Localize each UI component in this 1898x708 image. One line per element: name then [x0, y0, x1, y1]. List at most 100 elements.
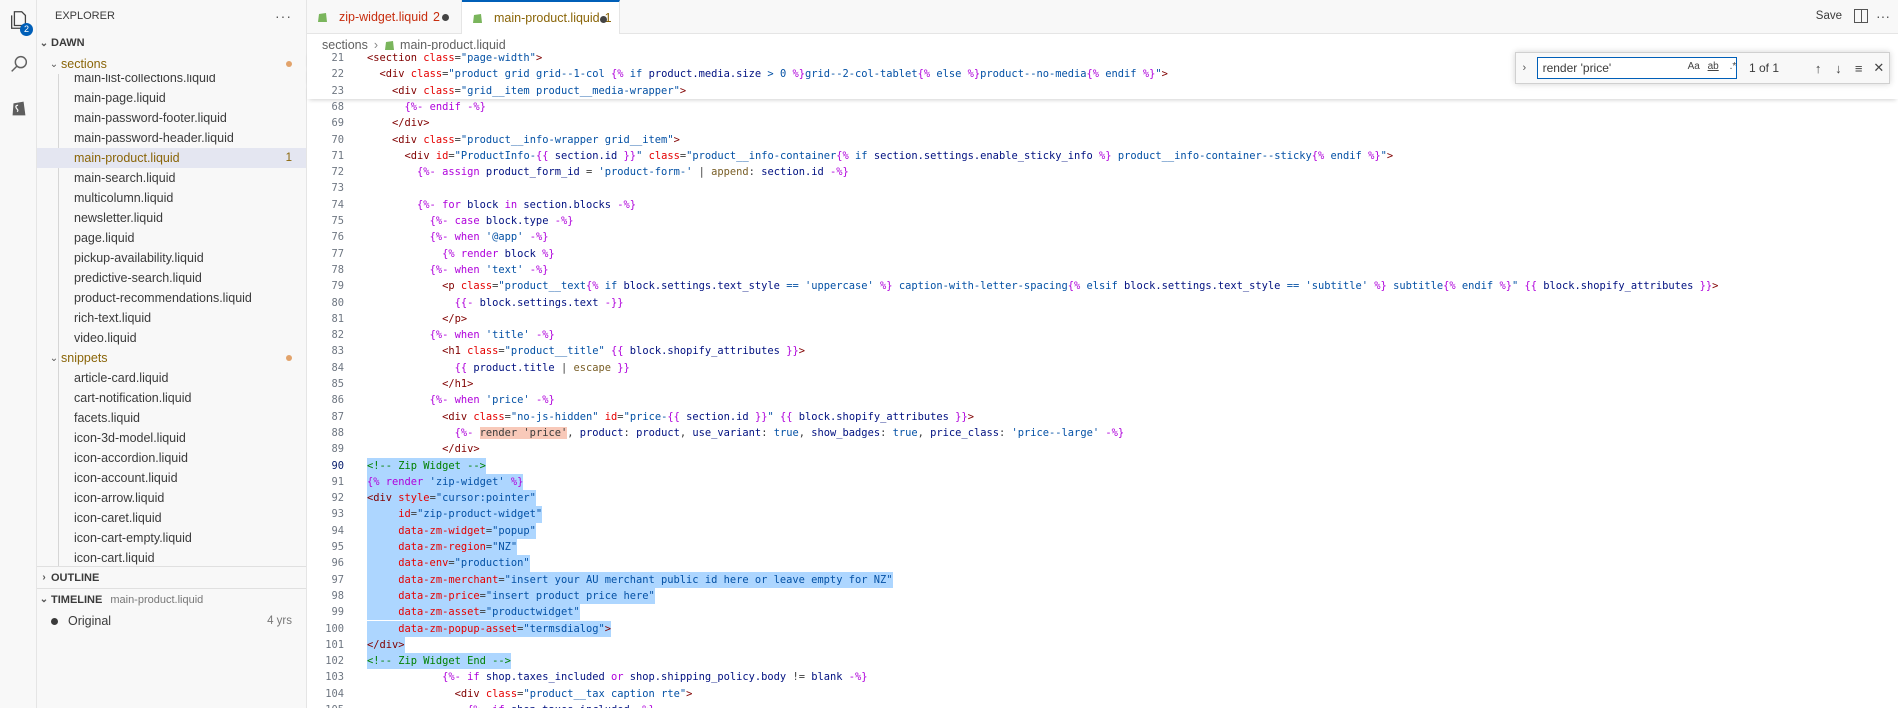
code-token: caption-with-letter-spacing [892, 280, 1068, 293]
code-token: "product grid grid--1-col [448, 68, 612, 81]
find-input[interactable]: render 'price' Aa ab .* [1536, 57, 1737, 79]
tab-zip-widget[interactable]: zip-widget.liquid 2 [307, 0, 462, 34]
code-token: data-zm-asset [398, 606, 480, 619]
file-item[interactable]: cart-notification.liquid [37, 388, 306, 408]
file-item[interactable]: rich-text.liquid [37, 308, 306, 328]
explorer-icon[interactable]: 2 [0, 2, 37, 38]
code-token: endif [423, 100, 468, 113]
code-line: 74 {%- for block in section.blocks -%} [307, 197, 1898, 213]
split-editor-icon[interactable] [1854, 9, 1868, 23]
file-item[interactable]: main-page.liquid [37, 88, 306, 108]
unsaved-dot-icon[interactable] [442, 14, 449, 21]
match-case-button[interactable]: Aa [1688, 61, 1700, 72]
code-token: {%- [429, 231, 449, 244]
code-line: 101 </div> [307, 636, 1898, 654]
file-item[interactable]: video.liquid [37, 328, 306, 348]
timeline-panel-header[interactable]: ⌄ TIMELINE main-product.liquid [37, 588, 306, 610]
line-number: 73 [331, 182, 344, 195]
file-item[interactable]: facets.liquid [37, 408, 306, 428]
file-item[interactable]: main-password-header.liquid [37, 128, 306, 148]
file-item[interactable]: main-search.liquid [37, 168, 306, 188]
file-name: icon-caret.liquid [74, 511, 162, 525]
code-token: {% [917, 68, 931, 81]
file-item[interactable]: icon-caret.liquid [37, 508, 306, 528]
more-actions-icon[interactable]: ··· [1876, 8, 1890, 24]
file-item[interactable]: icon-accordion.liquid [37, 448, 306, 468]
toggle-replace-icon[interactable]: › [1516, 62, 1533, 74]
file-name: icon-3d-model.liquid [74, 431, 186, 445]
file-item[interactable]: main-product.liquid 1 [37, 148, 306, 168]
line-content: {{- block.settings.text -}} [367, 295, 624, 311]
search-icon[interactable] [0, 46, 37, 82]
code-token: data-zm-widget [398, 524, 486, 537]
close-icon[interactable]: ✕ [1869, 60, 1889, 76]
code-token: block.shopify_attributes [792, 410, 956, 423]
line-content: {%- assign product_form_id = 'product-fo… [367, 164, 849, 180]
code-line: 103 {%- if shop.taxes_included or shop.s… [307, 669, 1898, 685]
arrow-down-icon[interactable]: ↓ [1828, 61, 1848, 76]
code-token: > [604, 622, 611, 635]
file-item[interactable]: page.liquid [37, 228, 306, 248]
chevron-down-icon: ⌄ [49, 352, 59, 364]
file-item[interactable]: multicolumn.liquid [37, 188, 306, 208]
regex-button[interactable]: .* [1730, 61, 1737, 72]
code-token: class [417, 52, 455, 64]
code-line: 100 data-zm-popup-asset="termsdialog"> [307, 620, 1898, 637]
match-word-button[interactable]: ab [1708, 61, 1719, 72]
line-content: </div> [367, 636, 405, 654]
folder-sections[interactable]: ⌄ sections [37, 54, 306, 74]
code-token: product [579, 426, 624, 439]
save-button[interactable]: Save [1816, 10, 1842, 22]
file-item[interactable]: main-password-footer.liquid [37, 108, 306, 128]
line-content: {{ product.title | escape }} [367, 360, 630, 376]
code-line: 79 <p class="product__text{% if block.se… [307, 278, 1898, 294]
file-item[interactable]: icon-arrow.liquid [37, 488, 306, 508]
line-content: data-zm-widget="popup" [367, 522, 536, 539]
outline-panel-header[interactable]: › OUTLINE [37, 566, 306, 588]
file-name: main-search.liquid [74, 171, 176, 185]
file-item[interactable]: icon-cart.liquid [37, 548, 306, 566]
file-tree[interactable]: main-list-collections.liquid main-page.li… [37, 74, 306, 566]
code-token: "product__info-wrapper grid__item" [460, 133, 674, 146]
find-in-selection-icon[interactable]: ≡ [1848, 61, 1868, 76]
tab-main-product[interactable]: main-product.liquid 1 [462, 0, 620, 34]
code-token: > 0 [761, 68, 793, 81]
unsaved-dot-icon[interactable] [600, 16, 607, 23]
file-item[interactable]: icon-account.liquid [37, 468, 306, 488]
file-item[interactable]: icon-cart-empty.liquid [37, 528, 306, 548]
file-item[interactable]: newsletter.liquid [37, 208, 306, 228]
shopify-icon[interactable] [0, 90, 37, 126]
code-token: product [636, 426, 680, 439]
code-token: <div [392, 133, 418, 146]
file-item[interactable]: main-list-collections.liquid [37, 74, 306, 88]
file-item[interactable]: icon-3d-model.liquid [37, 428, 306, 448]
code-token: -%} [548, 215, 574, 227]
timeline-entry[interactable]: Original 4 yrs [37, 610, 306, 632]
chevron-down-icon: ⌄ [39, 594, 49, 605]
file-item[interactable]: article-card.liquid [37, 368, 306, 388]
code-token: data-zm-merchant [398, 573, 499, 586]
code-editor[interactable]: 21 <section class="page-width"> 22 <div cl… [307, 50, 1898, 708]
file-item[interactable]: pickup-availability.liquid [37, 248, 306, 268]
code-token: <div [442, 410, 468, 423]
file-item[interactable]: product-recommendations.liquid [37, 288, 306, 308]
code-line: 73 [307, 180, 1898, 196]
line-content: {%- when '@app' -%} [367, 229, 549, 245]
line-number: 93 [331, 508, 344, 521]
find-widget: › render 'price' Aa ab .* 1 of 1 ↑ ↓ ≡ ✕ [1515, 52, 1890, 84]
find-query: render 'price' [1542, 61, 1612, 75]
file-item[interactable]: predictive-search.liquid [37, 268, 306, 288]
code-line: 81 </p> [307, 311, 1898, 327]
code-line: 94 data-zm-widget="popup" [307, 522, 1898, 539]
tab-bar: zip-widget.liquid 2 main-product.liquid … [307, 0, 1898, 34]
arrow-up-icon[interactable]: ↑ [1808, 61, 1828, 76]
folder-snippets[interactable]: ⌄ snippets [37, 348, 306, 368]
workspace-root[interactable]: ⌄ DAWN [37, 32, 306, 54]
more-actions-button[interactable]: ··· [275, 8, 292, 24]
code-token: </p> [442, 312, 468, 325]
line-content: data-zm-popup-asset="termsdialog"> [367, 620, 611, 637]
code-token: </h1> [442, 378, 474, 390]
